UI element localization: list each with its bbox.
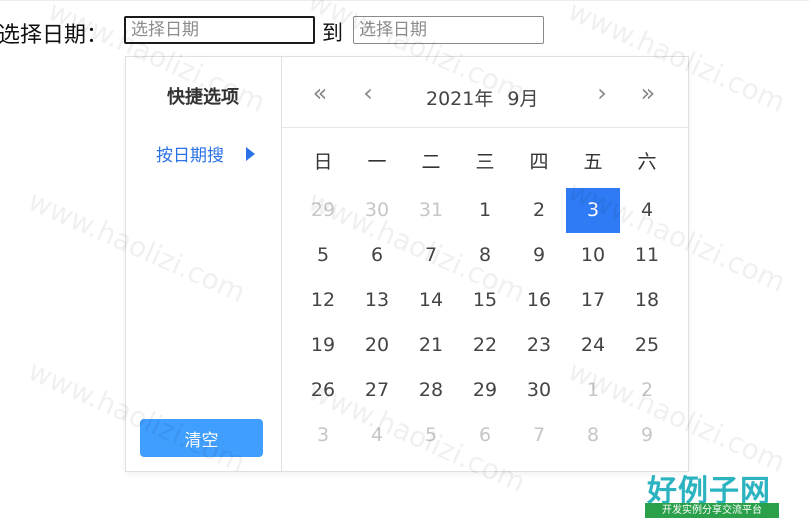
day-cell[interactable]: 4 bbox=[350, 413, 404, 458]
weekday-label: 二 bbox=[421, 151, 441, 173]
day-cell[interactable]: 9 bbox=[512, 233, 566, 278]
brand-tagline: 开发实例分享交流平台 bbox=[645, 503, 779, 518]
day-cell[interactable]: 23 bbox=[512, 323, 566, 368]
clear-button[interactable]: 清空 bbox=[140, 419, 263, 457]
end-date-input[interactable] bbox=[353, 16, 544, 44]
weekday-label: 五 bbox=[583, 151, 603, 173]
caret-right-icon bbox=[246, 146, 255, 161]
month-label[interactable]: 9月 bbox=[507, 88, 538, 110]
shortcut-sidebar: 快捷选项 按日期搜 清空 bbox=[126, 57, 282, 471]
weekday-label: 六 bbox=[637, 151, 657, 173]
prev-month-icon[interactable]: ‹ bbox=[354, 79, 382, 107]
start-date-input[interactable] bbox=[124, 16, 315, 44]
day-cell[interactable]: 26 bbox=[296, 368, 350, 413]
day-cell[interactable]: 28 bbox=[404, 368, 458, 413]
weekday-label: 日 bbox=[313, 151, 333, 173]
day-cell[interactable]: 19 bbox=[296, 323, 350, 368]
day-cell[interactable]: 4 bbox=[620, 188, 674, 233]
day-cell[interactable]: 7 bbox=[512, 413, 566, 458]
range-separator: 到 bbox=[322, 21, 343, 45]
prev-year-icon[interactable]: « bbox=[306, 79, 334, 107]
day-cell[interactable]: 7 bbox=[404, 233, 458, 278]
day-cell[interactable]: 24 bbox=[566, 323, 620, 368]
weekday-label: 一 bbox=[367, 151, 387, 173]
day-cell[interactable]: 21 bbox=[404, 323, 458, 368]
day-cell[interactable]: 3 bbox=[296, 413, 350, 458]
weekday-label: 四 bbox=[529, 151, 549, 173]
day-cell[interactable]: 5 bbox=[296, 233, 350, 278]
day-cell-selected[interactable]: 3 bbox=[566, 188, 620, 233]
day-cell[interactable]: 17 bbox=[566, 278, 620, 323]
day-cell[interactable]: 27 bbox=[350, 368, 404, 413]
brand-name: 好例子网 bbox=[647, 474, 771, 509]
date-picker-popup: 快捷选项 按日期搜 清空 « ‹ 2021年 9月 › » 日一二三四五六 29 3… bbox=[125, 56, 689, 472]
day-cell[interactable]: 5 bbox=[404, 413, 458, 458]
day-cell[interactable]: 30 bbox=[350, 188, 404, 233]
day-cell[interactable]: 13 bbox=[350, 278, 404, 323]
date-label: 选择日期： bbox=[0, 23, 109, 48]
day-cell[interactable]: 1 bbox=[458, 188, 512, 233]
next-month-icon[interactable]: › bbox=[588, 79, 616, 107]
day-cell[interactable]: 10 bbox=[566, 233, 620, 278]
day-cell[interactable]: 20 bbox=[350, 323, 404, 368]
day-cell[interactable]: 25 bbox=[620, 323, 674, 368]
day-grid: 29 30 31 1 2 3 4 5 6 7 8 9 10 11 12 13 14 15 16 17 18 19 20 21 2… bbox=[296, 188, 674, 458]
weekday-label: 三 bbox=[475, 151, 495, 173]
day-cell[interactable]: 22 bbox=[458, 323, 512, 368]
shortcut-title: 快捷选项 bbox=[167, 87, 239, 108]
day-cell[interactable]: 8 bbox=[458, 233, 512, 278]
day-cell[interactable]: 18 bbox=[620, 278, 674, 323]
shortcut-search-by-date[interactable]: 按日期搜 bbox=[156, 141, 255, 166]
page: 选择日期： 到 快捷选项 按日期搜 清空 « ‹ 2021年 9月 › » 日 一 bbox=[0, 0, 809, 529]
next-year-icon[interactable]: » bbox=[634, 79, 662, 107]
calendar-header: « ‹ 2021年 9月 › » bbox=[282, 57, 688, 128]
top-divider bbox=[0, 0, 809, 1]
shortcut-label: 按日期搜 bbox=[156, 146, 224, 166]
day-cell[interactable]: 15 bbox=[458, 278, 512, 323]
calendar-panel: « ‹ 2021年 9月 › » 日一二三四五六 29 30 31 1 2 3 4 5 6 7 8 9 1… bbox=[282, 57, 688, 471]
day-cell[interactable]: 9 bbox=[620, 413, 674, 458]
brand-logo: 好例子网 开发实例分享交流平台 bbox=[643, 466, 779, 522]
year-month-label: 2021年 9月 bbox=[426, 84, 538, 111]
day-cell[interactable]: 6 bbox=[458, 413, 512, 458]
day-cell[interactable]: 12 bbox=[296, 278, 350, 323]
weekday-header-row: 日一二三四五六 bbox=[296, 147, 674, 174]
day-cell[interactable]: 14 bbox=[404, 278, 458, 323]
day-cell[interactable]: 29 bbox=[296, 188, 350, 233]
day-cell[interactable]: 6 bbox=[350, 233, 404, 278]
day-cell[interactable]: 11 bbox=[620, 233, 674, 278]
day-cell[interactable]: 2 bbox=[512, 188, 566, 233]
day-cell[interactable]: 16 bbox=[512, 278, 566, 323]
day-cell[interactable]: 1 bbox=[566, 368, 620, 413]
day-cell[interactable]: 30 bbox=[512, 368, 566, 413]
day-cell[interactable]: 2 bbox=[620, 368, 674, 413]
day-cell[interactable]: 29 bbox=[458, 368, 512, 413]
year-label[interactable]: 2021年 bbox=[426, 88, 493, 110]
day-cell[interactable]: 31 bbox=[404, 188, 458, 233]
day-cell[interactable]: 8 bbox=[566, 413, 620, 458]
